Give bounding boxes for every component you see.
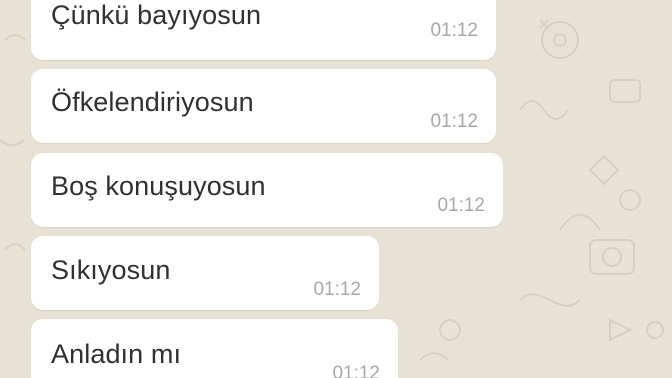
- message-text: Öfkelendiriyosun: [51, 87, 254, 117]
- message-bubble[interactable]: Anladın mı 01:12: [31, 319, 398, 378]
- message-timestamp: 01:12: [430, 20, 478, 41]
- message-bubble[interactable]: Öfkelendiriyosun 01:12: [31, 69, 496, 143]
- message-timestamp: 01:12: [437, 195, 485, 216]
- message-timestamp: 01:12: [332, 363, 380, 378]
- message-text: Sıkıyosun: [51, 255, 171, 285]
- message-timestamp: 01:12: [430, 111, 478, 132]
- message-bubble[interactable]: Çünkü bayıyosun 01:12: [31, 0, 496, 60]
- message-timestamp: 01:12: [313, 279, 361, 300]
- message-bubble[interactable]: Boş konuşuyosun 01:12: [31, 153, 503, 227]
- message-text: Boş konuşuyosun: [51, 171, 266, 201]
- message-text: Anladın mı: [51, 339, 182, 369]
- message-bubble[interactable]: Sıkıyosun 01:12: [31, 236, 379, 310]
- message-text: Çünkü bayıyosun: [51, 0, 262, 30]
